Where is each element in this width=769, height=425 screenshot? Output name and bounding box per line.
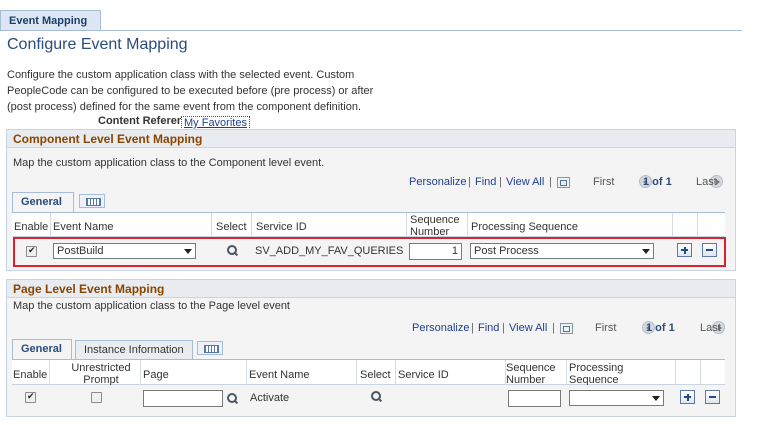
col-divider [467, 213, 468, 237]
chevron-down-icon [184, 249, 192, 254]
page-input[interactable] [143, 390, 223, 407]
col-event-name: Event Name [249, 369, 310, 381]
col-enable: Enable [14, 221, 49, 233]
enable-checkbox[interactable] [25, 391, 36, 403]
component-section-title: Component Level Event Mapping [7, 130, 735, 148]
col-page: Page [143, 369, 169, 381]
col-unrestricted-prompt: Unrestricted Prompt [71, 362, 131, 386]
find-link[interactable]: Find [475, 176, 496, 188]
page-event-name-value: Activate [250, 392, 290, 404]
event-name-value: PostBuild [57, 245, 104, 257]
page-title: Configure Event Mapping [7, 36, 188, 53]
add-row-button[interactable] [677, 243, 692, 257]
col-divider [406, 213, 407, 237]
page-processing-sequence-dropdown[interactable] [569, 390, 664, 406]
col-divider [697, 213, 698, 237]
page-section-title: Page Level Event Mapping [7, 280, 735, 298]
toolbar-separator: | [499, 176, 502, 188]
event-name-dropdown[interactable]: PostBuild [53, 243, 196, 259]
page-column-header: Enable Unrestricted Prompt Page Event Na… [12, 360, 725, 386]
toolbar-separator: | [468, 176, 471, 188]
last-label: Last [696, 176, 717, 188]
page-section-description: Map the custom application class to the … [13, 300, 290, 312]
first-label: First [595, 322, 617, 334]
toolbar-separator: | [471, 322, 474, 334]
col-event-name: Event Name [53, 221, 114, 233]
personalize-link[interactable]: Personalize [412, 322, 469, 334]
col-sequence-number: Sequence Number [410, 214, 460, 238]
enable-checkbox[interactable] [26, 245, 37, 257]
toolbar-separator: | [549, 176, 552, 188]
page-sequence-number-input[interactable] [508, 390, 561, 407]
lookup-icon[interactable] [370, 391, 382, 403]
processing-sequence-dropdown[interactable]: Post Process [470, 243, 654, 259]
col-divider [672, 213, 673, 237]
page-lookup-icon[interactable] [226, 393, 238, 405]
page-info: 1 of 1 [643, 176, 672, 188]
service-id-value: SV_ADD_MY_FAV_QUERIES [255, 245, 404, 257]
delete-row-button[interactable] [705, 390, 720, 404]
zoom-grid-icon[interactable] [557, 177, 570, 188]
toolbar-separator: | [502, 322, 505, 334]
component-section-description: Map the custom application class to the … [13, 157, 325, 169]
unrestricted-prompt-checkbox[interactable] [91, 392, 102, 403]
col-divider [211, 213, 212, 237]
component-grid-toolbar: Personalize | Find | View All | First 1 … [409, 175, 729, 190]
add-row-button[interactable] [680, 390, 695, 404]
tab-general[interactable]: General [12, 339, 72, 359]
sequence-number-input[interactable]: 1 [409, 243, 462, 260]
col-divider [50, 213, 51, 237]
col-select: Select [360, 369, 391, 381]
col-sequence-number: Sequence Number [506, 362, 556, 386]
view-all-link[interactable]: View All [509, 322, 547, 334]
lookup-icon[interactable] [226, 245, 238, 257]
chevron-down-icon [642, 249, 650, 254]
content-reference-link[interactable]: My Favorites [181, 116, 250, 130]
tab-general[interactable]: General [12, 192, 74, 212]
col-enable: Enable [13, 369, 48, 381]
page-description: Configure the custom application class w… [7, 69, 374, 113]
chevron-down-icon [652, 396, 660, 401]
col-service-id: Service ID [398, 369, 449, 381]
view-all-link[interactable]: View All [506, 176, 544, 188]
tab-event-mapping[interactable]: Event Mapping [0, 10, 101, 30]
show-all-columns-icon[interactable] [197, 341, 223, 355]
tab-instance-information[interactable]: Instance Information [75, 340, 193, 359]
component-column-header: Enable Event Name Select Service ID Sequ… [12, 213, 725, 238]
page-grid-toolbar: Personalize | Find | View All | First 1 … [412, 321, 732, 336]
col-processing-sequence: Processing Sequence [471, 221, 579, 233]
personalize-link[interactable]: Personalize [409, 176, 466, 188]
delete-row-button[interactable] [702, 243, 717, 257]
col-processing-sequence: Processing Sequence [569, 362, 624, 386]
col-select: Select [216, 221, 247, 233]
find-link[interactable]: Find [478, 322, 499, 334]
col-service-id: Service ID [256, 221, 307, 233]
show-all-columns-icon[interactable] [79, 194, 105, 208]
tab-divider [0, 30, 742, 31]
zoom-grid-icon[interactable] [560, 323, 573, 334]
processing-sequence-value: Post Process [474, 245, 539, 257]
last-label: Last [700, 322, 721, 334]
page-info: 1 of 1 [646, 322, 675, 334]
first-label: First [593, 176, 615, 188]
toolbar-separator: | [552, 322, 555, 334]
col-divider [251, 213, 252, 237]
